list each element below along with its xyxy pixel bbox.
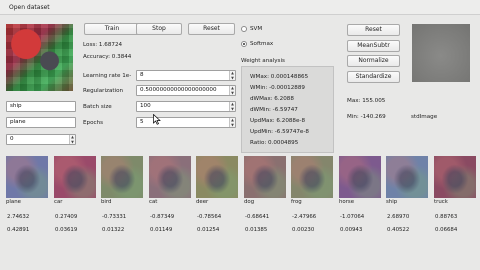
- normalize-button[interactable]: Normalize: [347, 55, 400, 67]
- preprocess-reset-button[interactable]: Reset: [347, 24, 400, 36]
- class-score-value: -1.07064: [340, 214, 365, 220]
- class-weight-image-deer: [196, 156, 238, 198]
- epochs-label: Epochs: [83, 120, 104, 126]
- mean-subtr-button[interactable]: MeanSubtr: [347, 40, 400, 52]
- batch-size-label: Batch size: [83, 104, 112, 110]
- class-probability-value: 0.01385: [245, 227, 268, 233]
- class-score-value: 0.27409: [55, 214, 78, 220]
- min-text: Min: -140.269: [347, 114, 386, 120]
- regularization-input[interactable]: 0.50000000000000000000 ▲ ▼: [136, 85, 236, 96]
- class-name-label: car: [54, 199, 63, 205]
- class-score-value: -0.73331: [102, 214, 127, 220]
- class-name-label: truck: [434, 199, 448, 205]
- class-name-label: cat: [149, 199, 158, 205]
- class-score-value: 2.68970: [387, 214, 410, 220]
- softmax-radio[interactable]: [241, 41, 247, 47]
- class-score-value: -2.47966: [292, 214, 317, 220]
- class-probability-value: 0.03619: [55, 227, 78, 233]
- dwmin-text: dWMin: -6.59747: [250, 107, 298, 113]
- class-a-input[interactable]: ship: [6, 101, 76, 112]
- class-score-value: 2.74632: [7, 214, 30, 220]
- class-b-input[interactable]: plane: [6, 117, 76, 128]
- class-name-label: bird: [101, 199, 112, 205]
- train-button[interactable]: Train: [84, 23, 140, 35]
- class-weight-image-plane: [6, 156, 48, 198]
- batch-size-input[interactable]: 100 ▲ ▼: [136, 101, 236, 112]
- class-weight-image-dog: [244, 156, 286, 198]
- open-dataset-menu[interactable]: Open dataset: [9, 4, 50, 11]
- class-name-label: deer: [196, 199, 209, 205]
- input-image-preview: [6, 24, 73, 91]
- updmax-text: UpdMax: 6.2088e-8: [250, 118, 306, 124]
- svm-radio[interactable]: [241, 26, 247, 32]
- std-image-preview: [412, 24, 470, 82]
- epochs-input[interactable]: 5 ▲ ▼: [136, 117, 236, 128]
- reset-button[interactable]: Reset: [188, 23, 235, 35]
- class-name-label: plane: [6, 199, 21, 205]
- dwmax-text: dWMax: 6.2088: [250, 96, 294, 102]
- menu-bar: Open dataset: [0, 0, 480, 15]
- class-weight-image-car: [54, 156, 96, 198]
- wmin-text: WMin: -0.00012889: [250, 85, 305, 91]
- class-probability-value: 0.01149: [150, 227, 173, 233]
- class-weight-image-cat: [149, 156, 191, 198]
- class-probability-value: 0.00943: [340, 227, 363, 233]
- stop-button[interactable]: Stop: [136, 23, 182, 35]
- index-spin[interactable]: ▲ ▼: [69, 135, 75, 144]
- mouse-cursor-icon: [153, 114, 161, 125]
- std-image-label: stdImage: [411, 114, 438, 120]
- weight-analysis-panel: WMax: 0.000148865 WMin: -0.00012889 dWMa…: [241, 66, 334, 153]
- class-probability-value: 0.40522: [387, 227, 410, 233]
- wmax-text: WMax: 0.000148865: [250, 74, 309, 80]
- standardize-button[interactable]: Standardize: [347, 71, 400, 83]
- max-text: Max: 155.005: [347, 98, 386, 104]
- class-probability-value: 0.00230: [292, 227, 315, 233]
- class-probability-value: 0.42891: [7, 227, 30, 233]
- class-score-value: 0.88763: [435, 214, 458, 220]
- class-weight-image-ship: [386, 156, 428, 198]
- updmin-text: UpdMin: -6.59747e-8: [250, 129, 309, 135]
- learning-rate-spin[interactable]: ▲ ▼: [229, 71, 235, 80]
- class-weight-image-truck: [434, 156, 476, 198]
- class-name-label: dog: [244, 199, 255, 205]
- class-score-value: -0.87349: [150, 214, 175, 220]
- batch-size-spin[interactable]: ▲ ▼: [229, 102, 235, 111]
- class-probability-value: 0.01322: [102, 227, 125, 233]
- class-probability-value: 0.06684: [435, 227, 458, 233]
- epochs-spin[interactable]: ▲ ▼: [229, 118, 235, 127]
- class-name-label: frog: [291, 199, 302, 205]
- svm-label: SVM: [250, 26, 263, 32]
- class-probability-value: 0.01254: [197, 227, 220, 233]
- loss-text: Loss: 1.68724: [83, 42, 123, 48]
- softmax-label: Softmax: [250, 41, 274, 47]
- learning-rate-label: Learning rate 1e-: [83, 73, 132, 79]
- weight-analysis-title: Weight analysis: [241, 58, 285, 64]
- ratio-text: Ratio: 0.0004895: [250, 140, 299, 146]
- regularization-label: Regularization: [83, 88, 124, 94]
- class-score-value: -0.68641: [245, 214, 270, 220]
- class-weight-image-horse: [339, 156, 381, 198]
- class-name-label: horse: [339, 199, 355, 205]
- class-weight-image-bird: [101, 156, 143, 198]
- accuracy-text: Accuracy: 0.3844: [83, 54, 132, 60]
- class-name-label: ship: [386, 199, 398, 205]
- regularization-spin[interactable]: ▲ ▼: [229, 86, 235, 95]
- index-input[interactable]: 0 ▲ ▼: [6, 134, 76, 145]
- class-score-value: -0.78564: [197, 214, 222, 220]
- learning-rate-input[interactable]: 8 ▲ ▼: [136, 70, 236, 81]
- class-weight-image-frog: [291, 156, 333, 198]
